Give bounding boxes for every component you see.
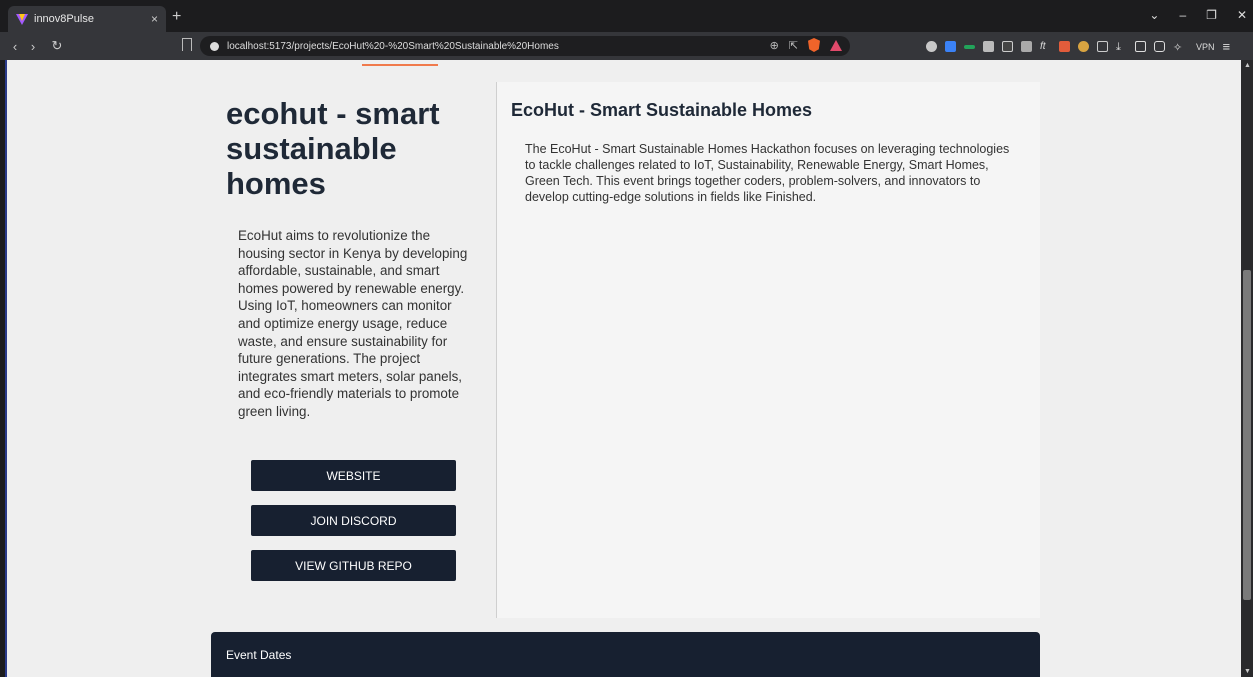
extension-character-icon[interactable] — [1078, 41, 1089, 52]
scroll-down-icon[interactable]: ▼ — [1244, 668, 1251, 675]
new-tab-button[interactable]: + — [172, 8, 181, 26]
extension-camera-icon[interactable] — [983, 41, 994, 52]
browser-tab-bar: innov8Pulse × + ⌄ – ❐ ✕ — [0, 0, 1253, 32]
wallet-icon[interactable] — [1154, 41, 1165, 52]
reload-icon[interactable]: ↻ — [48, 38, 66, 54]
back-icon[interactable]: ‹ — [6, 39, 24, 54]
browser-toolbar: ‹ › ↻ localhost:5173/projects/EcoHut%20-… — [0, 32, 1253, 60]
extension-m-icon[interactable] — [1002, 41, 1013, 52]
address-bar-actions: ⊕ ⇱ — [770, 38, 842, 52]
extension-shield-icon[interactable] — [926, 41, 937, 52]
tab-title: innov8Pulse — [34, 13, 94, 25]
scroll-thumb[interactable] — [1243, 270, 1251, 600]
accent-underline — [362, 64, 438, 66]
extension-ft-icon[interactable]: ft — [1040, 41, 1051, 52]
page-viewport: ecohut - smart sustainable homes EcoHut … — [0, 60, 1253, 677]
leo-icon[interactable]: ✧ — [1173, 41, 1184, 54]
page-scrollbar[interactable]: ▲ ▼ — [1241, 60, 1253, 677]
hackathon-title: EcoHut - Smart Sustainable Homes — [511, 100, 813, 120]
restore-icon[interactable]: ❐ — [1206, 8, 1217, 22]
vpn-button[interactable]: VPN — [1196, 42, 1215, 52]
extensions-bar: ft ⤓ ✧ VPN ≡ — [926, 39, 1230, 54]
window-controls: ⌄ – ❐ ✕ — [1149, 8, 1247, 22]
menu-icon[interactable]: ≡ — [1223, 39, 1231, 54]
tab-search-icon[interactable]: ⌄ — [1149, 8, 1159, 22]
project-title: ecohut - smart sustainable homes — [226, 96, 440, 201]
extension-a-icon[interactable] — [1059, 41, 1070, 52]
downloads-icon[interactable]: ⤓ — [1116, 41, 1127, 53]
extensions-puzzle-icon[interactable] — [1097, 41, 1108, 52]
vite-logo-icon — [16, 14, 28, 25]
zoom-icon[interactable]: ⊕ — [770, 39, 779, 52]
close-window-icon[interactable]: ✕ — [1237, 8, 1247, 22]
site-info-icon[interactable] — [210, 41, 219, 51]
event-dates-label: Event Dates — [226, 648, 292, 662]
bookmark-icon[interactable] — [182, 38, 192, 51]
hackathon-description: The EcoHut - Smart Sustainable Homes Hac… — [525, 142, 1010, 204]
browser-tab[interactable]: innov8Pulse × — [8, 6, 166, 32]
event-dates-panel: Event Dates — [211, 632, 1040, 677]
minimize-icon[interactable]: – — [1179, 8, 1186, 22]
extension-green-icon[interactable] — [964, 44, 975, 49]
scroll-up-icon[interactable]: ▲ — [1244, 62, 1251, 69]
hackathon-panel: EcoHut - Smart Sustainable Homes The Eco… — [497, 82, 1040, 618]
website-button[interactable]: WEBSITE — [251, 460, 456, 491]
brave-rewards-icon[interactable] — [830, 39, 842, 51]
tab-close-icon[interactable]: × — [151, 12, 158, 26]
join-discord-button[interactable]: JOIN DISCORD — [251, 505, 456, 536]
url-text: localhost:5173/projects/EcoHut%20-%20Sma… — [227, 40, 559, 52]
address-bar[interactable]: localhost:5173/projects/EcoHut%20-%20Sma… — [200, 36, 850, 56]
project-description: EcoHut aims to revolutionize the housing… — [238, 228, 468, 419]
extension-blue-icon[interactable] — [945, 41, 956, 52]
extension-notes-icon[interactable] — [1021, 41, 1032, 52]
view-github-repo-button[interactable]: VIEW GITHUB REPO — [251, 550, 456, 581]
share-icon[interactable]: ⇱ — [789, 39, 798, 52]
left-edge — [0, 60, 7, 677]
brave-shields-icon[interactable] — [808, 38, 820, 52]
sidebar-icon[interactable] — [1135, 41, 1146, 52]
forward-icon[interactable]: › — [24, 39, 42, 54]
